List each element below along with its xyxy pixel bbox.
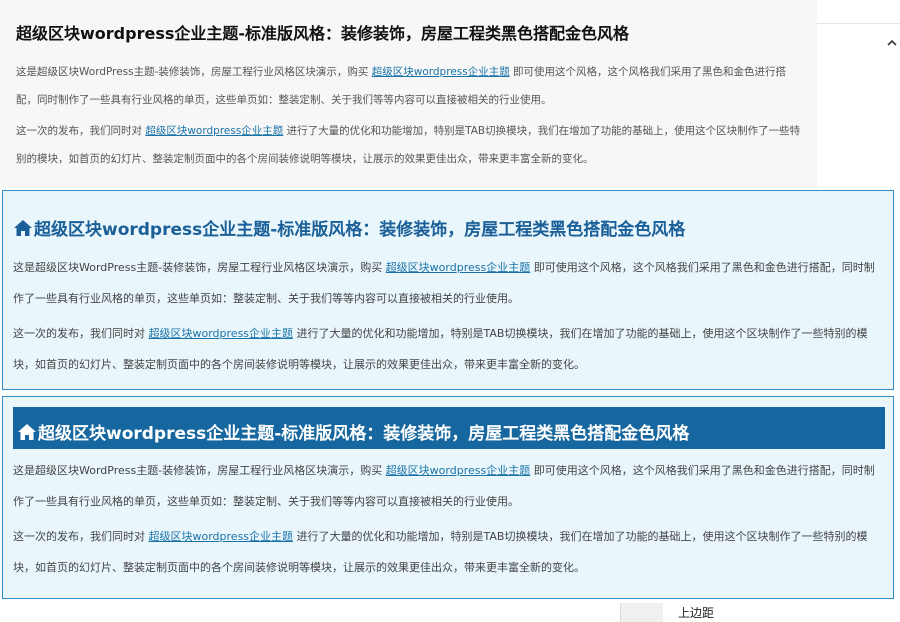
block-paragraph: 这是超级区块WordPress主题-装修装饰，房屋工程行业风格区块演示，购买 超… — [13, 464, 875, 508]
theme-link[interactable]: 超级区块wordpress企业主题 — [386, 464, 531, 477]
chevron-up-icon[interactable] — [885, 36, 899, 50]
block-paragraph: 这一次的发布，我们同时对 超级区块wordpress企业主题 进行了大量的优化和… — [13, 530, 868, 574]
theme-link[interactable]: 超级区块wordpress企业主题 — [145, 125, 283, 137]
margin-top-input[interactable] — [620, 603, 663, 622]
block-paragraph: 这是超级区块WordPress主题-装修装饰，房屋工程行业风格区块演示，购买 超… — [13, 261, 875, 305]
content-block-plain: 超级区块wordpress企业主题-标准版风格：装修装饰，房屋工程类黑色搭配金色… — [0, 0, 817, 188]
block-title: 超级区块wordpress企业主题-标准版风格：装修装饰，房屋工程类黑色搭配金色… — [34, 220, 686, 240]
block-paragraph: 这一次的发布，我们同时对 超级区块wordpress企业主题 进行了大量的优化和… — [13, 327, 868, 371]
block-title: 超级区块wordpress企业主题-标准版风格：装修装饰，房屋工程类黑色搭配金色… — [16, 24, 630, 43]
block-paragraph: 这是超级区块WordPress主题-装修装饰，房屋工程行业风格区块演示，购买 超… — [16, 66, 787, 106]
block-title-row: 超级区块wordpress企业主题-标准版风格：装修装饰，房屋工程类黑色搭配金色… — [13, 215, 685, 240]
content-block-boxed: 超级区块wordpress企业主题-标准版风格：装修装饰，房屋工程类黑色搭配金色… — [2, 190, 894, 390]
theme-link[interactable]: 超级区块wordpress企业主题 — [372, 66, 510, 78]
theme-link[interactable]: 超级区块wordpress企业主题 — [386, 261, 531, 274]
block-title-row: 超级区块wordpress企业主题-标准版风格：装修装饰，房屋工程类黑色搭配金色… — [17, 419, 689, 444]
block-paragraph: 这一次的发布，我们同时对 超级区块wordpress企业主题 进行了大量的优化和… — [16, 125, 801, 165]
panel-divider — [817, 23, 900, 24]
home-icon — [18, 423, 36, 440]
block-title: 超级区块wordpress企业主题-标准版风格：装修装饰，房屋工程类黑色搭配金色… — [38, 424, 690, 444]
home-icon — [14, 219, 32, 236]
margin-top-label: 上边距 — [678, 606, 715, 620]
theme-link[interactable]: 超级区块wordpress企业主题 — [149, 530, 294, 543]
theme-link[interactable]: 超级区块wordpress企业主题 — [149, 327, 294, 340]
content-block-titlebar: 超级区块wordpress企业主题-标准版风格：装修装饰，房屋工程类黑色搭配金色… — [2, 396, 894, 599]
